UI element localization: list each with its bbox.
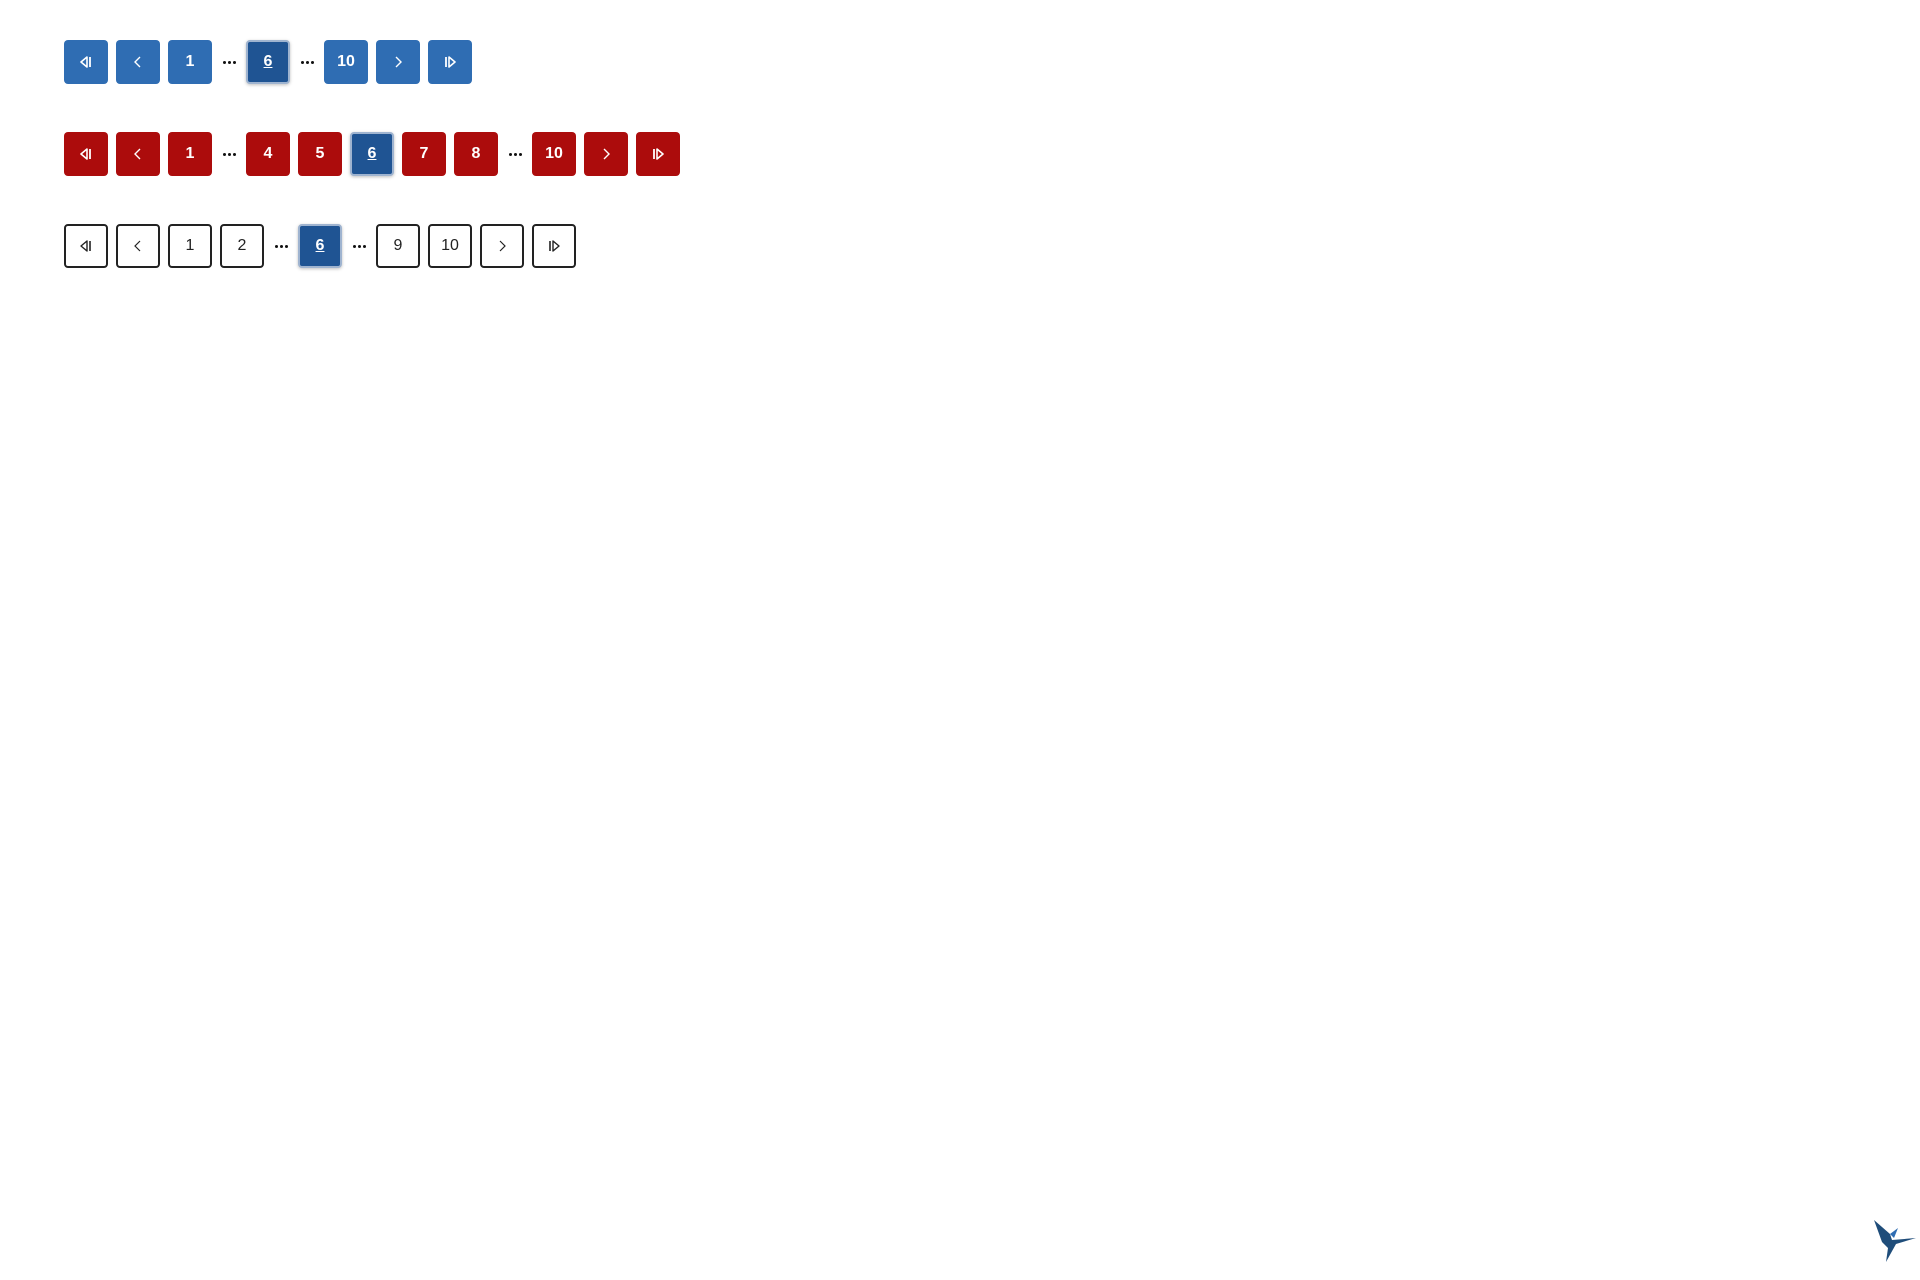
last-page-button[interactable] [636,132,680,176]
page-button-2[interactable]: 2 [220,224,264,268]
pagination-blue: 1 6 10 [64,40,472,84]
prev-page-button[interactable] [116,132,160,176]
page-button-10[interactable]: 10 [532,132,576,176]
first-page-icon [80,148,91,160]
prev-page-button[interactable] [116,224,160,268]
last-page-icon [653,148,664,160]
page-button-5[interactable]: 5 [298,132,342,176]
page-button-6-current[interactable]: 6 [350,132,394,176]
ellipsis-icon [348,224,370,268]
page-button-10[interactable]: 10 [324,40,368,84]
next-page-button[interactable] [376,40,420,84]
ellipsis-icon [218,132,240,176]
last-page-button[interactable] [428,40,472,84]
chevron-left-icon [134,56,141,68]
chevron-left-icon [134,240,141,252]
page-button-6-current[interactable]: 6 [246,40,290,84]
page-button-1[interactable]: 1 [168,132,212,176]
last-page-icon [445,56,456,68]
page-button-1[interactable]: 1 [168,40,212,84]
chevron-right-icon [395,56,402,68]
last-page-button[interactable] [532,224,576,268]
first-page-button[interactable] [64,224,108,268]
page-button-9[interactable]: 9 [376,224,420,268]
chevron-left-icon [134,148,141,160]
page-button-1[interactable]: 1 [168,224,212,268]
pagination-outline: 1 2 6 9 10 [64,224,576,268]
chevron-right-icon [499,240,506,252]
first-page-icon [80,240,91,252]
first-page-button[interactable] [64,40,108,84]
ellipsis-icon [296,40,318,84]
page-button-8[interactable]: 8 [454,132,498,176]
ellipsis-icon [504,132,526,176]
first-page-button[interactable] [64,132,108,176]
first-page-icon [80,56,91,68]
ellipsis-icon [270,224,292,268]
chevron-right-icon [603,148,610,160]
next-page-button[interactable] [480,224,524,268]
prev-page-button[interactable] [116,40,160,84]
next-page-button[interactable] [584,132,628,176]
page-button-6-current[interactable]: 6 [298,224,342,268]
last-page-icon [549,240,560,252]
pagination-red: 1 4 5 6 7 8 10 [64,132,680,176]
hummingbird-logo-icon [1874,1220,1916,1262]
page: 1 6 10 1 4 5 6 7 8 10 1 2 6 9 10 [0,0,1920,1280]
page-button-4[interactable]: 4 [246,132,290,176]
page-button-7[interactable]: 7 [402,132,446,176]
ellipsis-icon [218,40,240,84]
page-button-10[interactable]: 10 [428,224,472,268]
